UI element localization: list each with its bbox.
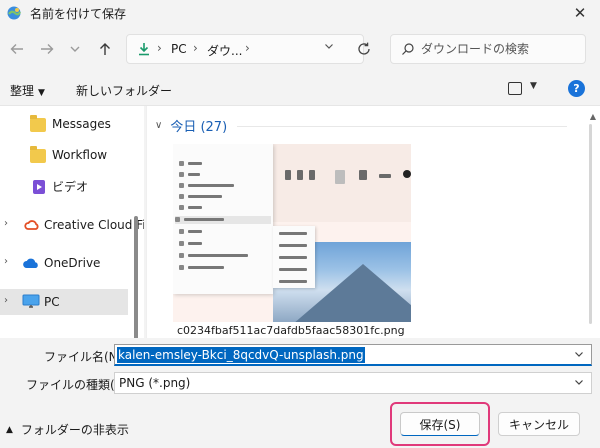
chevron-down-icon <box>70 46 80 52</box>
window-title: 名前を付けて保存 <box>30 7 127 21</box>
chevron-down-icon[interactable] <box>573 348 585 363</box>
sidebar-item-label: Messages <box>52 117 111 131</box>
hide-folders-label: フォルダーの非表示 <box>20 423 129 437</box>
breadcrumb-separator: › <box>157 41 162 55</box>
chevron-up-icon: ▲ <box>6 424 13 435</box>
folder-icon <box>30 115 46 132</box>
sidebar-item-pc[interactable]: › PC <box>0 289 128 315</box>
file-list-scrollbar[interactable] <box>589 124 592 324</box>
back-button[interactable] <box>6 38 28 60</box>
view-icon <box>508 82 522 95</box>
navigation-bar: › PC › ダウ... › <box>0 28 600 68</box>
thumbnail-tool-icon <box>379 174 391 178</box>
file-list-pane: ∨ 今日 (27) ▲ c0234fbaf511ac7dafdb5faac583… <box>146 106 600 338</box>
up-button[interactable] <box>94 38 116 60</box>
cloud-icon <box>23 258 38 268</box>
organize-label: 整理 <box>10 84 35 98</box>
sidebar-item-workflow[interactable]: Workflow <box>0 142 144 168</box>
breadcrumb-pc[interactable]: PC <box>171 42 187 56</box>
scroll-up-icon[interactable]: ▲ <box>590 112 596 121</box>
filetype-value: PNG (*.png) <box>119 376 191 390</box>
title-bar: 名前を付けて保存 ✕ <box>0 0 600 26</box>
hide-folders-button[interactable]: ▲ フォルダーの非表示 <box>6 421 129 438</box>
sidebar-item-label: Creative Cloud Fi <box>44 218 144 232</box>
chevron-down-icon[interactable] <box>573 376 585 391</box>
view-options-button[interactable]: ▼ <box>508 80 542 98</box>
breadcrumb-separator: › <box>193 41 198 55</box>
filename-selected-text[interactable]: kalen-emsley-Bkci_8qcdvQ-unsplash.png <box>117 347 365 363</box>
command-bar: 整理 ▼ 新しいフォルダー ▼ ? <box>0 72 600 106</box>
video-icon <box>33 180 45 194</box>
chevron-right-icon[interactable]: › <box>4 218 8 229</box>
address-bar[interactable]: › PC › ダウ... › <box>126 34 364 64</box>
filename-field[interactable]: kalen-emsley-Bkci_8qcdvQ-unsplash.png <box>114 344 592 366</box>
search-box[interactable] <box>390 34 586 64</box>
navigation-pane: Messages Workflow ビデオ › Creative Cloud F… <box>0 106 144 338</box>
folder-icon <box>30 146 46 163</box>
sidebar-item-onedrive[interactable]: › OneDrive <box>0 250 144 276</box>
save-button[interactable]: 保存(S) <box>400 412 480 436</box>
caret-down-icon: ▼ <box>38 88 45 98</box>
monitor-icon <box>22 294 40 308</box>
thumbnail-tool-icon <box>359 170 367 180</box>
organize-menu[interactable]: 整理 ▼ <box>10 82 45 99</box>
thumbnail-tool-icon <box>285 170 291 180</box>
chevron-down-icon: ∨ <box>155 120 163 131</box>
cancel-button[interactable]: キャンセル <box>498 412 580 436</box>
sidebar-item-messages[interactable]: Messages <box>0 111 144 137</box>
thumbnail-tool-icon <box>297 170 303 180</box>
divider <box>237 126 567 127</box>
group-header[interactable]: ∨ 今日 (27) <box>155 116 227 135</box>
caret-down-icon: ▼ <box>530 81 537 91</box>
new-folder-button[interactable]: 新しいフォルダー <box>76 82 172 99</box>
thumbnail-menu <box>173 144 273 294</box>
breadcrumb-separator: › <box>245 41 250 55</box>
sidebar-item-label: PC <box>44 295 60 309</box>
sidebar-scrollbar[interactable] <box>134 216 138 338</box>
sidebar-item-creative-cloud[interactable]: › Creative Cloud Fi <box>0 212 144 238</box>
group-title: 今日 (27) <box>170 120 228 135</box>
arrow-up-icon <box>100 43 110 55</box>
arrow-left-icon <box>10 44 23 54</box>
breadcrumb-downloads[interactable]: ダウ... <box>207 42 242 59</box>
creative-cloud-icon <box>24 220 39 230</box>
file-thumbnail[interactable] <box>173 144 411 322</box>
recent-locations-button[interactable] <box>64 38 86 60</box>
chevron-right-icon[interactable]: › <box>4 256 8 267</box>
sidebar-item-label: Workflow <box>52 148 108 162</box>
download-icon <box>139 43 149 56</box>
chevron-down-icon <box>325 44 333 49</box>
sidebar-item-videos[interactable]: ビデオ <box>0 173 144 199</box>
refresh-icon[interactable] <box>356 41 372 57</box>
help-button[interactable]: ? <box>568 80 585 97</box>
thumbnail-tool-icon <box>403 170 411 178</box>
thumbnail-submenu <box>273 226 315 288</box>
sidebar-item-label: ビデオ <box>52 179 89 194</box>
sidebar-item-label: OneDrive <box>44 256 101 270</box>
address-history-dropdown[interactable] <box>323 40 335 55</box>
arrow-right-icon <box>41 44 54 54</box>
thumbnail-tool-icon <box>335 170 345 184</box>
file-name[interactable]: c0234fbaf511ac7dafdb5faac58301fc.png <box>177 324 405 337</box>
search-icon <box>402 43 414 55</box>
forward-button[interactable] <box>36 38 58 60</box>
close-button[interactable]: ✕ <box>560 0 600 26</box>
filetype-select[interactable]: PNG (*.png) <box>114 372 592 394</box>
search-input[interactable] <box>421 41 571 57</box>
app-icon <box>7 6 21 20</box>
chevron-right-icon[interactable]: › <box>4 295 8 306</box>
thumbnail-tool-icon <box>309 170 315 180</box>
